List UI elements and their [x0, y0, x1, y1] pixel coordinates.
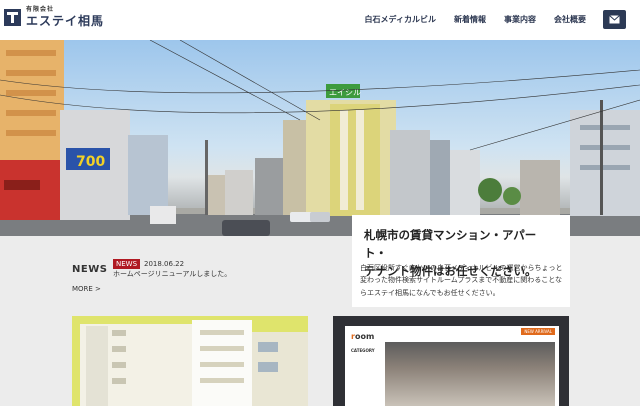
company-logo[interactable]: 有限会社 エステイ相馬: [4, 7, 104, 27]
room-plus-card[interactable]: room NEW ARRIVAL CATEGORY: [333, 316, 569, 406]
news-date: 2018.06.22: [144, 260, 185, 268]
logo-mark-icon: [4, 8, 21, 26]
nav-item-business[interactable]: 事業内容: [504, 14, 536, 25]
tagline-title-line1: 札幌市の賃貸マンション・アパート・: [364, 228, 537, 260]
price-sign-text: 700: [76, 154, 105, 170]
room-plus-logo: room: [351, 332, 374, 341]
nav-item-company[interactable]: 会社概要: [554, 14, 586, 25]
main-nav: 白石メディカルビル 新着情報 事業内容 会社概要: [365, 14, 586, 25]
nav-item-medical-building[interactable]: 白石メディカルビル: [365, 14, 436, 25]
room-interior-photo: [385, 342, 555, 406]
hero-street-photo: 700 エイシル: [0, 40, 640, 236]
medical-building-card[interactable]: [72, 316, 308, 406]
nav-item-news[interactable]: 新着情報: [454, 14, 486, 25]
room-new-badge: NEW ARRIVAL: [521, 328, 555, 335]
news-heading: NEWS: [72, 264, 108, 275]
room-category-label: CATEGORY: [351, 348, 375, 353]
medical-building-image: [80, 320, 308, 406]
company-prefix: 有限会社: [26, 6, 55, 13]
news-item-link[interactable]: ホームページリニューアルしました。: [113, 269, 231, 279]
company-name: エステイ相馬: [26, 14, 105, 28]
news-badge: NEWS: [113, 259, 141, 269]
contact-button[interactable]: [603, 10, 626, 29]
room-plus-screenshot: room NEW ARRIVAL CATEGORY: [345, 326, 559, 406]
room-logo-main: oom: [354, 332, 375, 341]
news-more-link[interactable]: MORE >: [72, 285, 101, 293]
site-header: 有限会社 エステイ相馬 白石メディカルビル 新着情報 事業内容 会社概要: [0, 0, 640, 40]
street-scene-image: 700 エイシル: [0, 40, 640, 236]
mail-icon: [609, 15, 620, 24]
tagline-description: 白石区役所すぐ向かいの白石メディカルビルの運営からちょっと変わった物件検索サイト…: [360, 264, 563, 297]
